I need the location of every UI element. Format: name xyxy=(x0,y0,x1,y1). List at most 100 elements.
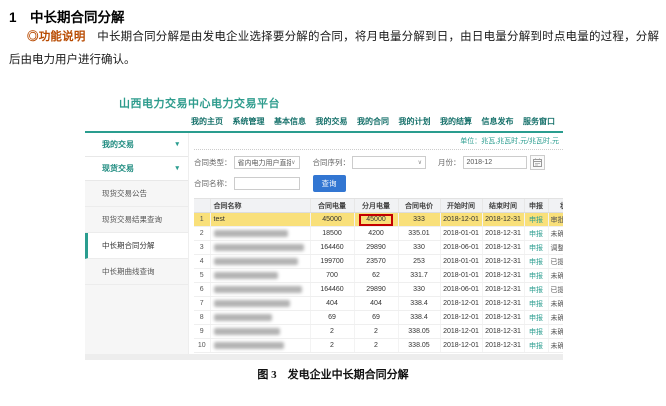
column-header: 结束时间 xyxy=(482,199,524,213)
table-row[interactable]: 570062331.72018-01-012018-12-31申报未确 xyxy=(194,269,563,283)
table-row[interactable]: 1022338.052018-12-012018-12-31申报未确 xyxy=(194,339,563,353)
apply-cell: 申报 xyxy=(524,241,548,255)
sidebar-item[interactable]: 现货交易公告 xyxy=(85,181,188,207)
redacted-contract-name xyxy=(210,269,310,283)
row-number: 3 xyxy=(194,241,210,255)
start-cell: 2018-12-01 xyxy=(440,339,482,353)
query-button[interactable]: 查询 xyxy=(313,175,346,192)
month-qty-cell: 404 xyxy=(354,297,398,311)
sidebar-item[interactable]: 中长期合同分解 xyxy=(85,233,188,259)
qty-cell: 404 xyxy=(310,297,354,311)
sidebar-item[interactable]: 中长期曲线查询 xyxy=(85,259,188,285)
nav-item[interactable]: 我的结算 xyxy=(440,116,472,127)
month-label: 月份： xyxy=(438,157,461,168)
end-cell: 2018-12-31 xyxy=(482,241,524,255)
apply-link[interactable]: 申报 xyxy=(529,231,543,238)
price-cell: 338.05 xyxy=(398,339,440,353)
row-number: 9 xyxy=(194,325,210,339)
contract-seq-select[interactable]: ∨ xyxy=(352,156,426,169)
status-cell: 调整 xyxy=(548,241,563,255)
apply-link[interactable]: 申报 xyxy=(529,343,543,350)
price-cell: 253 xyxy=(398,255,440,269)
month-input[interactable]: 2018-12 xyxy=(463,156,527,169)
column-header: 合同名称 xyxy=(210,199,310,213)
figure-caption: 图 3 发电企业中长期合同分解 xyxy=(0,366,666,382)
chevron-down-icon: ▾ xyxy=(175,133,179,156)
apply-link[interactable]: 申报 xyxy=(529,329,543,336)
nav-item[interactable]: 我的主页 xyxy=(191,116,223,127)
table-row[interactable]: 3164460298903302018-06-012018-12-31申报调整 xyxy=(194,241,563,255)
nav-item[interactable]: 我的合同 xyxy=(357,116,389,127)
month-qty-cell: 29890 xyxy=(354,283,398,297)
apply-link[interactable]: 申报 xyxy=(529,287,543,294)
contract-type-value: 省内电力用户直接交易t xyxy=(238,158,292,168)
sidebar-group[interactable]: 现货交易 ▾ xyxy=(85,157,188,181)
function-label: ◎功能说明 xyxy=(27,31,86,43)
app-screenshot: 山西电力交易中心电力交易平台 我的主页系统管理基本信息我的交易我的合同我的计划我… xyxy=(85,94,563,360)
end-cell: 2018-12-31 xyxy=(482,325,524,339)
apply-link[interactable]: 申报 xyxy=(529,301,543,308)
column-header: 状态 xyxy=(548,199,563,213)
price-cell: 338.05 xyxy=(398,325,440,339)
contracts-table: 合同名称合同电量分月电量合同电价开始时间结束时间申报状态 1test450004… xyxy=(194,198,563,353)
nav-item[interactable]: 服务窗口 xyxy=(523,116,555,127)
highlight-box: 45000 xyxy=(359,214,392,226)
status-cell: 未确 xyxy=(548,325,563,339)
price-cell: 338.4 xyxy=(398,297,440,311)
nav-item[interactable]: 系统管理 xyxy=(233,116,265,127)
end-cell: 2018-12-31 xyxy=(482,255,524,269)
redaction-blur xyxy=(214,328,280,335)
sidebar-group-label: 我的交易 xyxy=(102,140,134,149)
column-header: 开始时间 xyxy=(440,199,482,213)
redacted-contract-name xyxy=(210,227,310,241)
function-text: 中长期合同分解是由发电企业选择要分解的合同，将月电量分解到日，由日电量分解到时点… xyxy=(9,31,659,66)
table-row[interactable]: 7404404338.42018-12-012018-12-31申报未确 xyxy=(194,297,563,311)
function-description: ◎功能说明 中长期合同分解是由发电企业选择要分解的合同，将月电量分解到日，由日电… xyxy=(9,26,659,72)
nav-item[interactable]: 信息发布 xyxy=(482,116,514,127)
row-number: 4 xyxy=(194,255,210,269)
qty-cell: 700 xyxy=(310,269,354,283)
table-row[interactable]: 86969338.42018-12-012018-12-31申报未确 xyxy=(194,311,563,325)
status-cell: 已提 xyxy=(548,283,563,297)
nav-item[interactable]: 我的交易 xyxy=(316,116,348,127)
sidebar-group[interactable]: 我的交易 ▾ xyxy=(85,133,188,157)
nav-item[interactable]: 我的计划 xyxy=(399,116,431,127)
apply-link[interactable]: 申报 xyxy=(529,259,543,266)
apply-link[interactable]: 申报 xyxy=(529,273,543,280)
qty-cell: 69 xyxy=(310,311,354,325)
month-qty-cell: 45000 xyxy=(354,213,398,227)
month-qty-cell: 62 xyxy=(354,269,398,283)
apply-cell: 申报 xyxy=(524,283,548,297)
redacted-contract-name xyxy=(210,297,310,311)
table-row[interactable]: 2185004200335.012018-01-012018-12-31申报未确 xyxy=(194,227,563,241)
start-cell: 2018-12-01 xyxy=(440,297,482,311)
app-logo-title: 山西电力交易中心电力交易平台 xyxy=(119,95,563,111)
contract-type-select[interactable]: 省内电力用户直接交易t ∨ xyxy=(234,156,300,169)
price-cell: 333 xyxy=(398,213,440,227)
contract-type-label: 合同类型： xyxy=(194,157,232,168)
chevron-down-icon: ▾ xyxy=(175,157,179,180)
table-row[interactable]: 922338.052018-12-012018-12-31申报未确 xyxy=(194,325,563,339)
unit-note: 单位：兆瓦,兆瓦时,元/兆瓦时,元 xyxy=(194,133,563,150)
row-number: 8 xyxy=(194,311,210,325)
column-header: 合同电量 xyxy=(310,199,354,213)
sidebar-group-label: 现货交易 xyxy=(102,164,134,173)
table-row[interactable]: 1test45000450003332018-12-012018-12-31申报… xyxy=(194,213,563,227)
start-cell: 2018-12-01 xyxy=(440,213,482,227)
apply-link[interactable]: 申报 xyxy=(529,315,543,322)
redacted-contract-name xyxy=(210,255,310,269)
table-row[interactable]: 4199700235702532018-01-012018-12-31申报已提 xyxy=(194,255,563,269)
table-row[interactable]: 6164460298903302018-06-012018-12-31申报已提 xyxy=(194,283,563,297)
chevron-down-icon: ∨ xyxy=(418,159,422,166)
nav-item[interactable]: 基本信息 xyxy=(274,116,306,127)
contract-name-input[interactable] xyxy=(234,177,300,190)
calendar-icon[interactable] xyxy=(530,155,545,170)
redacted-contract-name xyxy=(210,311,310,325)
apply-link[interactable]: 申报 xyxy=(529,217,543,224)
price-cell: 335.01 xyxy=(398,227,440,241)
sidebar-item[interactable]: 现货交易结果查询 xyxy=(85,207,188,233)
price-cell: 331.7 xyxy=(398,269,440,283)
month-qty-cell: 23570 xyxy=(354,255,398,269)
apply-cell: 申报 xyxy=(524,325,548,339)
apply-link[interactable]: 申报 xyxy=(529,245,543,252)
